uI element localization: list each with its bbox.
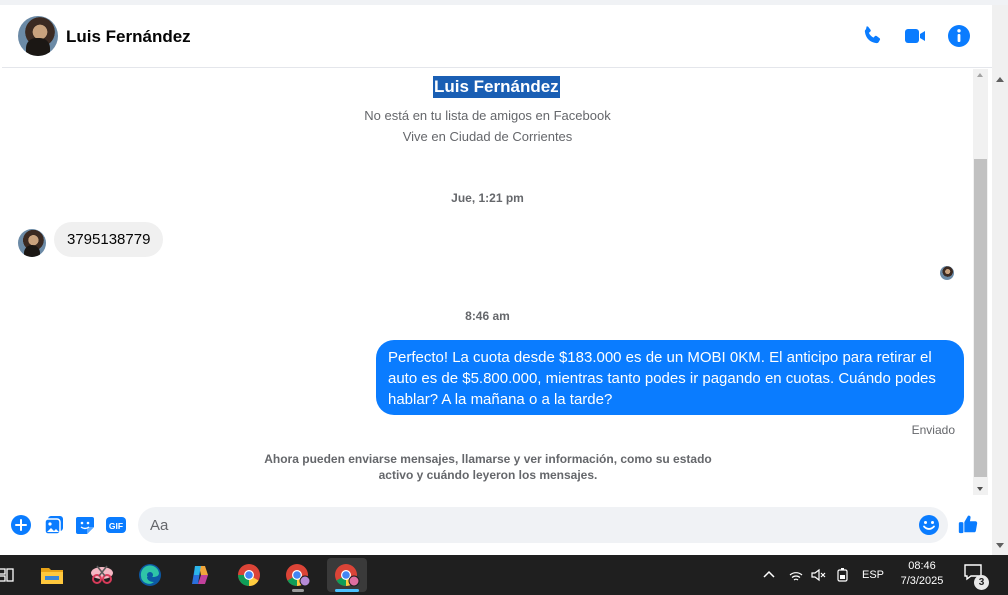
active-indicator	[335, 589, 359, 592]
emoji-icon[interactable]	[918, 514, 940, 536]
connection-notice: Ahora pueden enviarse mensajes, llamarse…	[264, 452, 712, 482]
scroll-up-arrow-icon[interactable]	[996, 77, 1004, 82]
incoming-message[interactable]: 3795138779	[54, 222, 164, 257]
like-icon[interactable]	[957, 513, 981, 537]
notification-center[interactable]: 3	[963, 563, 989, 590]
running-indicator	[292, 589, 304, 592]
chat-scroll-down-icon[interactable]	[977, 487, 983, 491]
chat-scroll-thumb[interactable]	[974, 159, 987, 477]
read-receipt-avatar	[940, 266, 954, 280]
battery-icon[interactable]	[835, 555, 851, 595]
contact-avatar[interactable]	[18, 16, 58, 56]
windows-taskbar: ESP 08:46 7/3/2025 3	[0, 555, 1008, 595]
snipping-tool-icon[interactable]	[82, 558, 122, 592]
timestamp: 8:46 am	[465, 309, 510, 323]
clock-date: 7/3/2025	[900, 575, 944, 587]
chrome-profile-active-icon[interactable]	[327, 558, 367, 592]
contact-name[interactable]: Luis Fernández	[66, 27, 191, 47]
chat-header: Luis Fernández	[2, 5, 992, 68]
notification-badge: 3	[974, 575, 989, 590]
clock-time: 08:46	[908, 560, 936, 572]
wifi-icon[interactable]	[788, 555, 804, 595]
message-composer: GIF	[2, 495, 992, 555]
chat-scrollbar[interactable]	[973, 69, 988, 495]
outgoing-message[interactable]: Perfecto! La cuota desde $183.000 es de …	[376, 340, 964, 415]
intro-location: Vive en Ciudad de Corrientes	[402, 129, 573, 144]
gif-label: GIF	[109, 521, 123, 531]
info-icon[interactable]	[947, 24, 971, 48]
chrome-icon[interactable]	[229, 558, 269, 592]
intro-friend-status: No está en tu lista de amigos en Faceboo…	[364, 108, 611, 123]
plus-icon[interactable]	[10, 514, 32, 536]
edge-icon[interactable]	[130, 558, 170, 592]
phone-icon[interactable]	[860, 24, 884, 48]
intro-contact-name: Luis Fernández	[433, 76, 560, 98]
photo-icon[interactable]	[43, 514, 65, 536]
conversation-area: Luis Fernández No está en tu lista de am…	[2, 69, 973, 495]
window-scrollbar[interactable]	[992, 5, 1008, 555]
language-label: ESP	[862, 569, 885, 581]
task-view-icon[interactable]	[0, 558, 26, 592]
scroll-down-arrow-icon[interactable]	[996, 543, 1004, 548]
tray-overflow-chevron-icon[interactable]	[762, 555, 776, 595]
video-call-icon[interactable]	[903, 24, 927, 48]
timestamp: Jue, 1:21 pm	[451, 191, 524, 205]
file-explorer-icon[interactable]	[32, 558, 72, 592]
message-status: Enviado	[911, 423, 955, 437]
sender-avatar[interactable]	[18, 229, 46, 257]
copilot-icon[interactable]	[180, 558, 220, 592]
volume-muted-icon[interactable]	[810, 555, 826, 595]
chat-scroll-up-icon[interactable]	[977, 73, 983, 77]
system-clock[interactable]: 08:46 7/3/2025	[890, 559, 954, 589]
message-input[interactable]	[138, 507, 948, 543]
gif-icon[interactable]: GIF	[105, 514, 127, 536]
sticker-icon[interactable]	[74, 514, 96, 536]
language-indicator[interactable]: ESP	[862, 555, 884, 595]
chrome-profile-icon[interactable]	[278, 558, 318, 592]
